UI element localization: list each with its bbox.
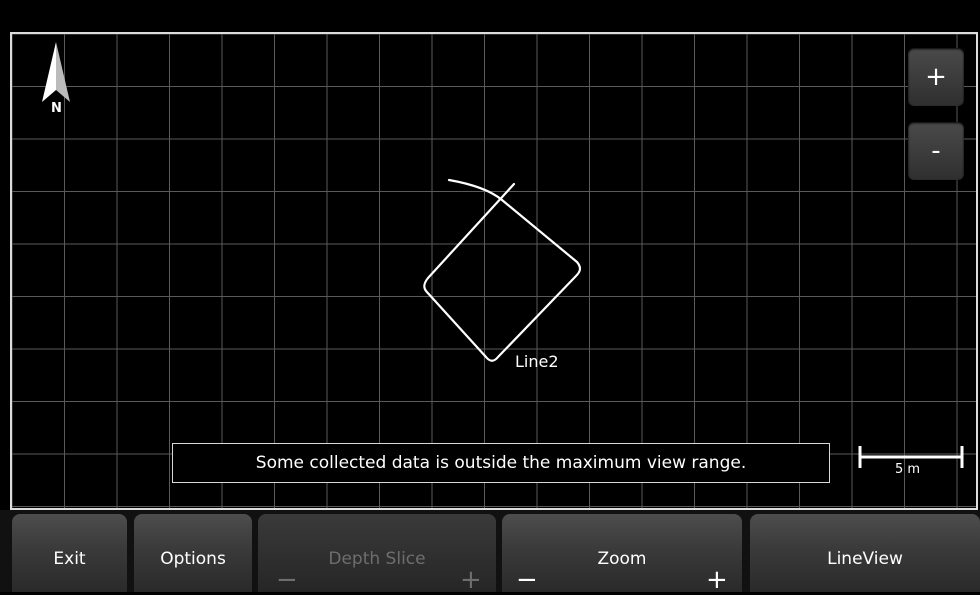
lineview-button[interactable]: LineView	[750, 514, 980, 592]
depth-slice-minus-icon[interactable]: −	[276, 567, 298, 593]
bottom-toolbar: Exit Options Depth Slice − + Zoom − + Li…	[0, 510, 980, 593]
lineview-label: LineView	[827, 549, 903, 569]
options-button[interactable]: Options	[134, 514, 252, 592]
line-label: Line2	[515, 352, 559, 371]
depth-slice-plus-icon[interactable]: +	[460, 567, 482, 593]
zoom-plus-icon[interactable]: +	[706, 567, 728, 593]
scale-label: 5 m	[895, 462, 921, 477]
minus-icon: -	[931, 136, 941, 166]
exit-button[interactable]: Exit	[12, 514, 127, 592]
depth-slice-button[interactable]: Depth Slice − +	[258, 514, 496, 593]
zoom-minus-icon[interactable]: −	[516, 567, 538, 593]
survey-path	[423, 178, 582, 362]
zoom-in-button[interactable]: +	[908, 48, 964, 106]
plus-icon: +	[925, 62, 947, 92]
zoom-button[interactable]: Zoom − +	[502, 514, 742, 593]
options-label: Options	[160, 549, 226, 569]
exit-label: Exit	[53, 549, 86, 569]
out-of-range-message: Some collected data is outside the maxim…	[172, 443, 830, 483]
map-view[interactable]: N Line2 + - Some collected data is outsi…	[10, 32, 978, 510]
zoom-out-button[interactable]: -	[908, 122, 964, 180]
